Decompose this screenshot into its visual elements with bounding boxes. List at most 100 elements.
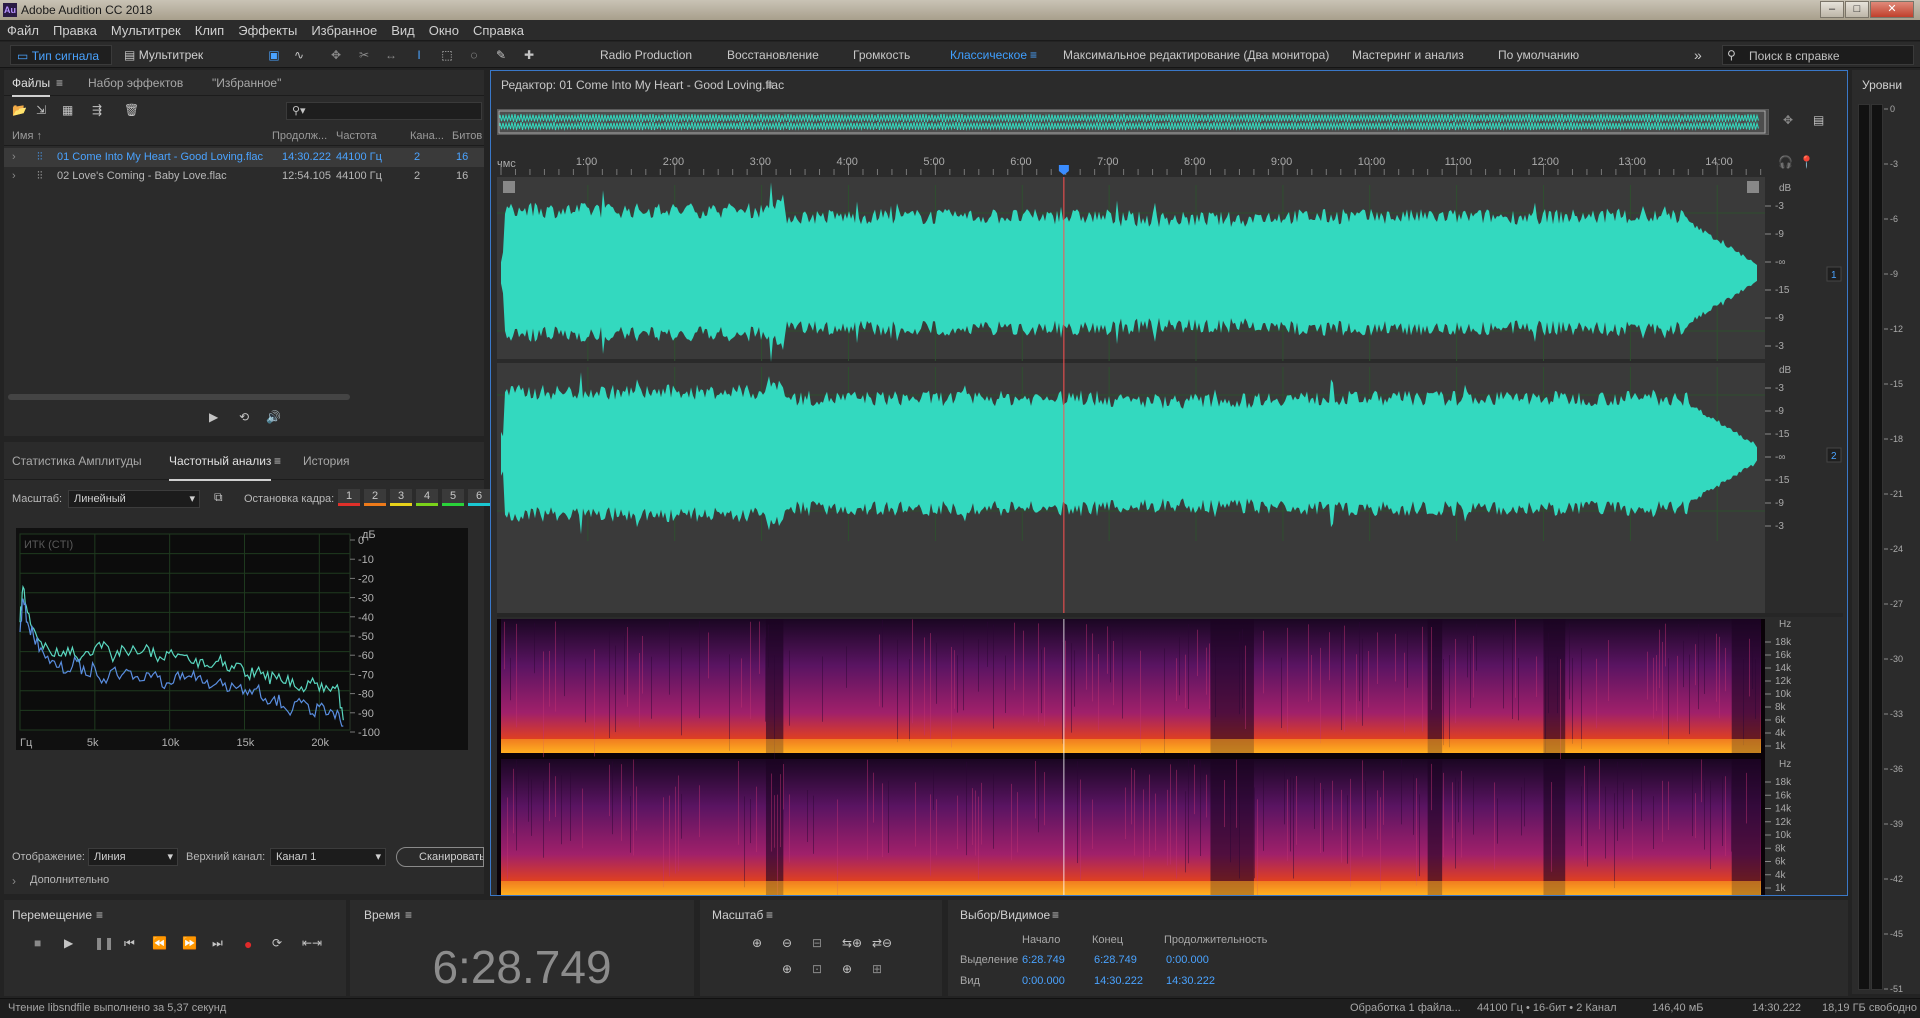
menu-edit[interactable]: Правка <box>46 20 104 41</box>
freeze-slot-1[interactable]: 1 <box>338 489 360 506</box>
loop-preview-icon[interactable]: ⟲ <box>239 410 249 424</box>
open-file-icon[interactable]: 📂 <box>12 103 27 117</box>
column-rate[interactable]: Частота <box>336 130 377 142</box>
selection-duration[interactable]: 0:00.000 <box>1166 954 1209 966</box>
tab-frequency-analysis[interactable]: Частотный анализ <box>169 442 272 481</box>
tab-favorites[interactable]: "Избранное" <box>212 70 281 96</box>
advanced-toggle[interactable]: Дополнительно <box>30 874 109 886</box>
table-row[interactable]: › ⫶⫶ 01 Come Into My Heart - Good Loving… <box>4 148 484 167</box>
menu-clip[interactable]: Клип <box>188 20 231 41</box>
zoom-out-time-icon[interactable]: ⇄⊖ <box>872 936 892 950</box>
pause-icon[interactable]: ❚❚ <box>94 936 114 950</box>
healing-tool-icon[interactable]: ✚ <box>520 45 538 65</box>
view-divider[interactable] <box>497 613 1843 617</box>
workspace-radio-production[interactable]: Radio Production <box>600 42 692 68</box>
loop-playback-icon[interactable]: ⟳ <box>272 936 282 950</box>
zoom-menu-icon[interactable]: ≡ <box>766 908 773 922</box>
tab-effects-rack[interactable]: Набор эффектов <box>88 70 183 96</box>
move-tool-icon[interactable]: ✥ <box>327 45 345 65</box>
freeze-slot-4[interactable]: 4 <box>416 489 438 506</box>
delete-file-icon[interactable]: 🗑 <box>124 103 139 117</box>
zoom-to-selection-icon[interactable]: ✥ <box>1783 113 1793 127</box>
panel-options-icon[interactable]: ▤ <box>1813 113 1824 127</box>
zoom-in-start-icon[interactable]: ⊕ <box>782 962 792 976</box>
transport-menu-icon[interactable]: ≡ <box>96 908 103 922</box>
selection-end[interactable]: 6:28.749 <box>1094 954 1137 966</box>
files-panel-menu-icon[interactable]: ≡ <box>56 76 63 90</box>
insert-into-multitrack-icon[interactable]: ⇶ <box>92 103 102 117</box>
freeze-slot-5[interactable]: 5 <box>442 489 464 506</box>
menu-window[interactable]: Окно <box>422 20 466 41</box>
analysis-panel-menu-icon[interactable]: ≡ <box>274 454 281 468</box>
tab-files[interactable]: Файлы <box>12 70 51 97</box>
skip-to-start-icon[interactable]: ⏮ <box>124 936 135 951</box>
expand-chevron-icon[interactable]: › <box>12 148 16 167</box>
brush-tool-icon[interactable]: ✎ <box>492 45 510 65</box>
editor-panel-menu-icon[interactable]: ≡ <box>766 78 773 92</box>
column-channels[interactable]: Кана... <box>410 130 444 142</box>
rewind-icon[interactable]: ⏪ <box>152 936 167 950</box>
slip-tool-icon[interactable]: ↔ <box>382 45 400 65</box>
spectral-frequency-icon[interactable]: ▣ <box>265 45 283 65</box>
menu-file[interactable]: Файл <box>0 20 46 41</box>
marquee-tool-icon[interactable]: ⬚ <box>438 45 456 65</box>
help-search-field[interactable]: ⚲ Поиск в справке <box>1722 45 1914 65</box>
workspace-menu-icon[interactable]: ≡ <box>1030 42 1037 68</box>
column-name[interactable]: Имя ↑ <box>12 130 42 142</box>
menu-view[interactable]: Вид <box>384 20 422 41</box>
autoplay-icon[interactable]: 🔊 <box>266 410 281 424</box>
workspace-max-editing[interactable]: Максимальное редактирование (Два монитор… <box>1063 42 1329 68</box>
razor-tool-icon[interactable]: ✂ <box>355 45 373 65</box>
zoom-in-end-icon[interactable]: ⊕ <box>842 962 852 976</box>
fade-out-handle-icon[interactable] <box>1747 181 1759 193</box>
close-icon[interactable]: ✕ <box>1870 1 1914 18</box>
display-select[interactable]: Линия ▾ <box>88 848 178 866</box>
maximize-icon[interactable]: □ <box>1845 1 1869 18</box>
workspace-loudness[interactable]: Громкость <box>853 42 910 68</box>
files-scrollbar[interactable] <box>8 394 350 400</box>
overview-bar[interactable] <box>497 109 1769 135</box>
workspace-mastering[interactable]: Мастеринг и анализ <box>1352 42 1464 68</box>
workspace-classic[interactable]: Классическое <box>950 42 1027 68</box>
playhead-handle[interactable] <box>1058 165 1069 175</box>
freeze-slot-2[interactable]: 2 <box>364 489 386 506</box>
new-file-icon[interactable]: ▦ <box>62 103 73 117</box>
tab-history[interactable]: История <box>303 442 350 480</box>
time-ruler[interactable]: чмс 1:00 2:00 3:00 4:00 5:00 6:00 7:00 8:00 9:00 1… <box>497 153 1769 175</box>
fade-in-handle-icon[interactable] <box>503 181 515 193</box>
marker-pin-icon[interactable]: 📍 <box>1799 155 1814 169</box>
record-icon[interactable]: ● <box>244 936 252 952</box>
workspace-restoration[interactable]: Восстановление <box>727 42 819 68</box>
skip-selection-icon[interactable]: ⇤⇥ <box>302 936 322 950</box>
headphone-icon[interactable]: 🎧 <box>1778 155 1793 169</box>
zoom-selection-icon[interactable]: ⊡ <box>812 962 822 976</box>
selection-menu-icon[interactable]: ≡ <box>1052 908 1059 922</box>
lasso-tool-icon[interactable]: ◌ <box>465 45 483 65</box>
table-row[interactable]: › ⫶⫶ 02 Love's Coming - Baby Love.flac 1… <box>4 167 484 186</box>
skip-to-end-icon[interactable]: ⏭ <box>212 936 223 951</box>
menu-favorites[interactable]: Избранное <box>304 20 384 41</box>
current-time-display[interactable]: 6:28.749 <box>350 940 694 994</box>
more-workspaces-icon[interactable]: » <box>1694 42 1702 68</box>
expand-chevron-icon[interactable]: › <box>12 167 16 186</box>
zoom-reset-icon[interactable]: ⊞ <box>872 962 882 976</box>
waveform-view-button[interactable]: ▭ Тип сигнала <box>10 45 112 65</box>
scale-select[interactable]: Линейный ▾ <box>68 490 200 508</box>
spectral-pitch-icon[interactable]: ∿ <box>290 45 308 65</box>
selection-start[interactable]: 6:28.749 <box>1022 954 1065 966</box>
play-icon[interactable]: ▶ <box>64 936 73 950</box>
tab-amplitude-statistics[interactable]: Статистика Амплитуды <box>12 442 142 480</box>
spectral-display[interactable]: Hz 18k 16k 14k 12k 10k 8k 6k 4k 1k Hz 18k 16k 14k 12k 1… <box>497 619 1843 895</box>
menu-multitrack[interactable]: Мультитрек <box>104 20 188 41</box>
freeze-slot-3[interactable]: 3 <box>390 489 412 506</box>
time-selection-tool-icon[interactable]: I <box>410 45 428 65</box>
frequency-chart[interactable]: ИТК (CTI)дБ0-10-20-30-40-50-60-70-80-90-… <box>16 528 468 750</box>
column-bits[interactable]: Битов <box>452 130 482 142</box>
view-start[interactable]: 0:00.000 <box>1022 975 1065 987</box>
minimize-icon[interactable]: – <box>1820 1 1844 18</box>
freeze-slot-6[interactable]: 6 <box>468 489 490 506</box>
workspace-default[interactable]: По умолчанию <box>1498 42 1579 68</box>
expand-chevron-icon[interactable]: › <box>12 874 16 888</box>
zoom-out-amplitude-icon[interactable]: ⊖ <box>782 936 792 950</box>
scan-button[interactable]: Сканировать <box>396 847 484 867</box>
